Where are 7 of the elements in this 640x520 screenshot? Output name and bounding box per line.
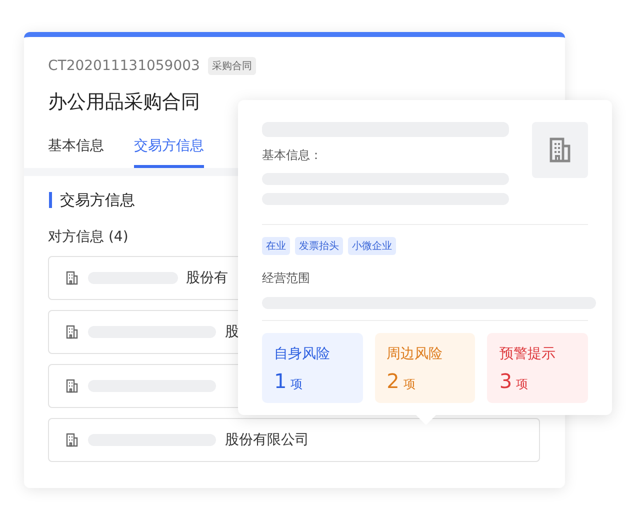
company-name: 股 — [225, 323, 239, 341]
counterparty-heading: 对方信息 (4) — [48, 228, 128, 246]
company-name: 股份有限公司 — [225, 431, 309, 449]
contract-id: CT202011131059003 — [48, 58, 200, 74]
contract-title: 办公用品采购合同 — [48, 90, 201, 115]
contract-type-tag: 采购合同 — [208, 57, 256, 75]
company-name: 股份有 — [186, 269, 228, 287]
